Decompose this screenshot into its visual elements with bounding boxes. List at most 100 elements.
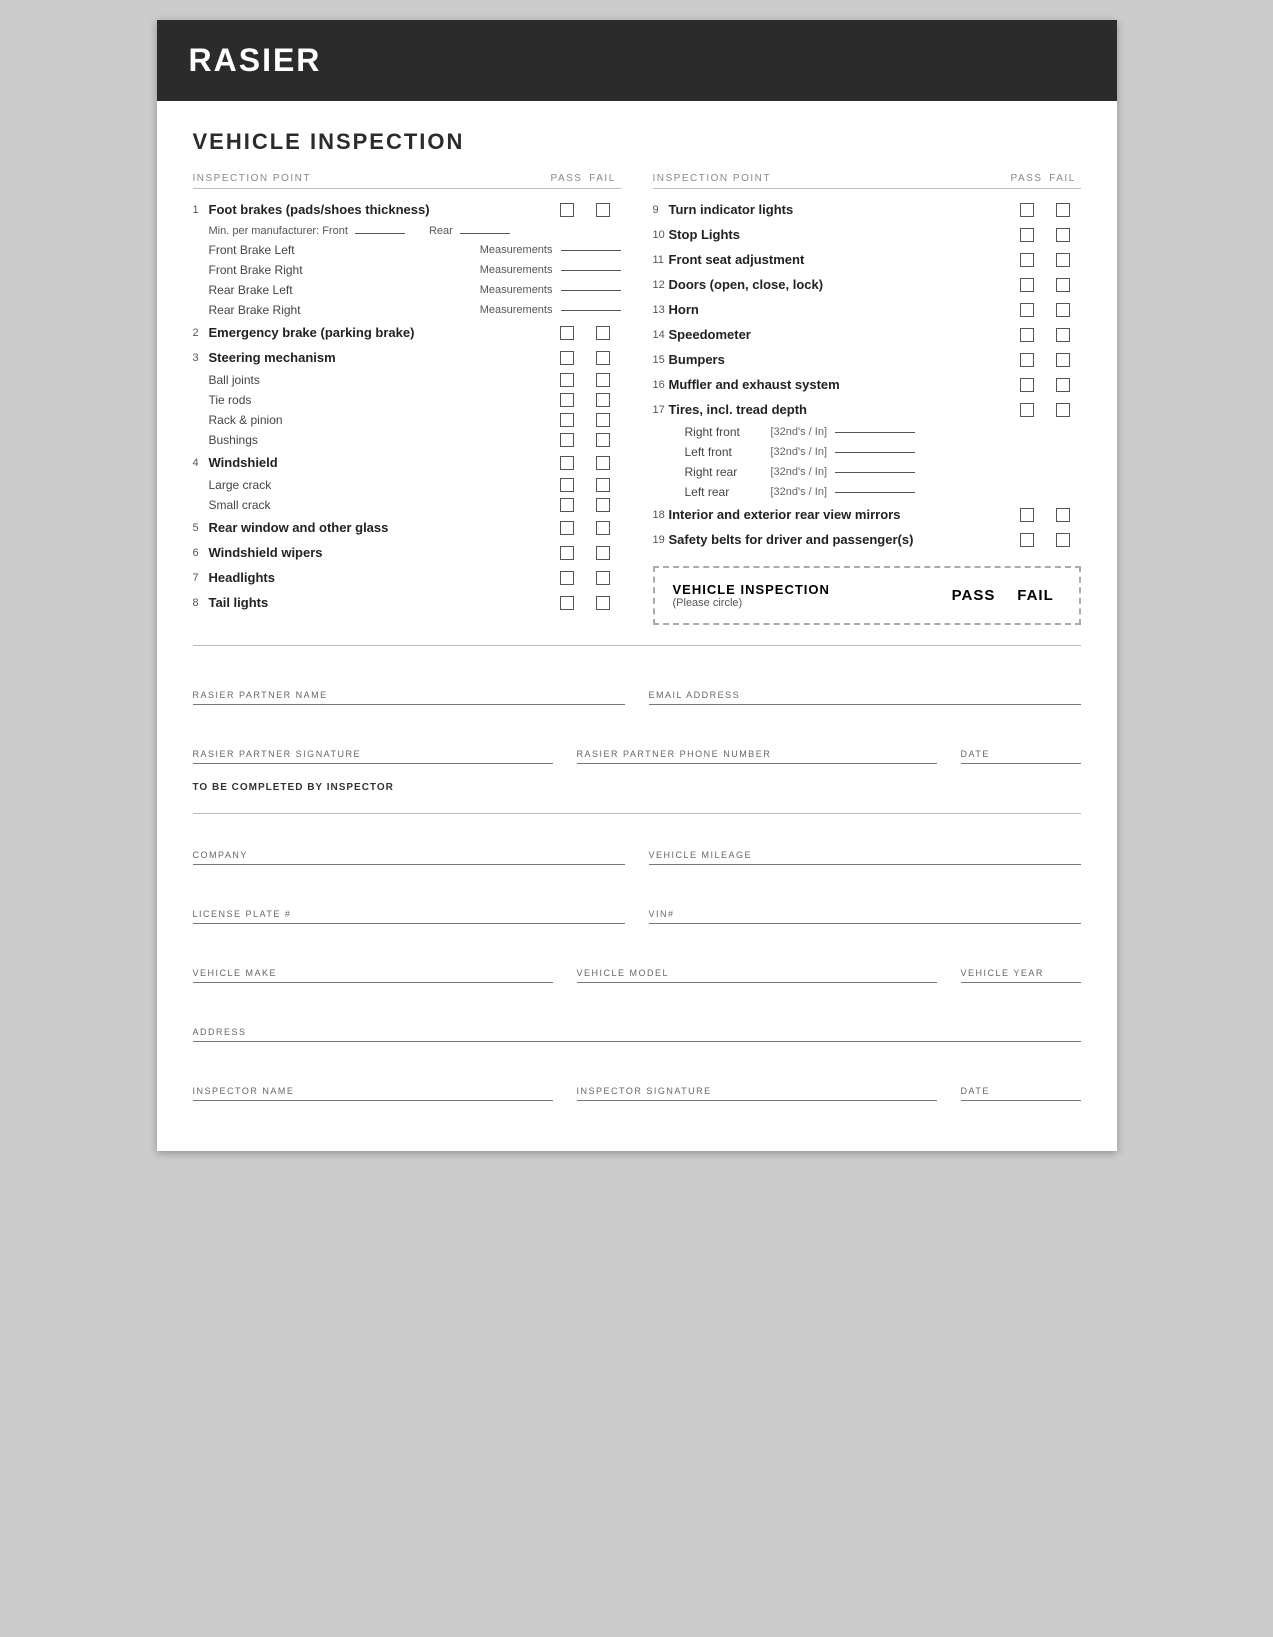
item-14-pass-checkbox[interactable] bbox=[1020, 328, 1034, 342]
item-4-fail-checkbox[interactable] bbox=[596, 456, 610, 470]
item-4-small-fail[interactable] bbox=[596, 498, 610, 512]
item-6-fail-checkbox[interactable] bbox=[596, 546, 610, 560]
form-section: RASIER PARTNER NAME EMAIL ADDRESS RASIER… bbox=[193, 664, 1081, 1101]
item-16-pass-checkbox[interactable] bbox=[1020, 378, 1034, 392]
phone-value[interactable] bbox=[577, 723, 937, 741]
email-value[interactable] bbox=[649, 664, 1081, 682]
form-row-5: VEHICLE MAKE VEHICLE MODEL VEHICLE YEAR bbox=[193, 942, 1081, 983]
item-2-fail-checkbox[interactable] bbox=[596, 326, 610, 340]
item-13-fail-checkbox[interactable] bbox=[1056, 303, 1070, 317]
item-12-pass-checkbox[interactable] bbox=[1020, 278, 1034, 292]
model-value[interactable] bbox=[577, 942, 937, 960]
item-4-large-fail[interactable] bbox=[596, 478, 610, 492]
inspector-date-value[interactable] bbox=[961, 1060, 1081, 1078]
vin-label: VIN# bbox=[649, 909, 1081, 919]
partner-name-label: RASIER PARTNER NAME bbox=[193, 690, 625, 700]
item-3-num: 3 bbox=[193, 352, 209, 364]
item-15-fail-checkbox[interactable] bbox=[1056, 353, 1070, 367]
item-7-row: 7 Headlights bbox=[193, 565, 621, 590]
right-pass-label: PASS bbox=[1009, 173, 1045, 184]
item-17-fail-checkbox[interactable] bbox=[1056, 403, 1070, 417]
item-10-pass-checkbox[interactable] bbox=[1020, 228, 1034, 242]
item-14-label: Speedometer bbox=[669, 327, 1009, 342]
item-18-row: 18 Interior and exterior rear view mirro… bbox=[653, 502, 1081, 527]
item-4-large-crack: Large crack bbox=[193, 475, 621, 495]
item-11-label: Front seat adjustment bbox=[669, 252, 1009, 267]
inspector-name-label: INSPECTOR NAME bbox=[193, 1086, 553, 1096]
item-10-fail-checkbox[interactable] bbox=[1056, 228, 1070, 242]
form-row-4: LICENSE PLATE # VIN# bbox=[193, 883, 1081, 924]
item-5-fail-checkbox[interactable] bbox=[596, 521, 610, 535]
form-title: VEHICLE INSPECTION bbox=[193, 129, 1081, 155]
item-4-large-pass[interactable] bbox=[560, 478, 574, 492]
item-2-pass-checkbox[interactable] bbox=[560, 326, 574, 340]
item-6-pass-checkbox[interactable] bbox=[560, 546, 574, 560]
item-18-fail-checkbox[interactable] bbox=[1056, 508, 1070, 522]
item-3-ball-fail[interactable] bbox=[596, 373, 610, 387]
item-2-row: 2 Emergency brake (parking brake) bbox=[193, 320, 621, 345]
item-9-fail-checkbox[interactable] bbox=[1056, 203, 1070, 217]
item-7-fail-checkbox[interactable] bbox=[596, 571, 610, 585]
make-value[interactable] bbox=[193, 942, 553, 960]
item-18-pass-checkbox[interactable] bbox=[1020, 508, 1034, 522]
item-14-fail-checkbox[interactable] bbox=[1056, 328, 1070, 342]
mileage-field: VEHICLE MILEAGE bbox=[649, 824, 1081, 865]
item-2-num: 2 bbox=[193, 327, 209, 339]
item-12-fail-checkbox[interactable] bbox=[1056, 278, 1070, 292]
item-1-fail-checkbox[interactable] bbox=[596, 203, 610, 217]
date-value-1[interactable] bbox=[961, 723, 1081, 741]
item-7-pass-checkbox[interactable] bbox=[560, 571, 574, 585]
item-3-tierods-fail[interactable] bbox=[596, 393, 610, 407]
item-4: 4 Windshield Large crack Small crack bbox=[193, 450, 621, 515]
item-7-num: 7 bbox=[193, 572, 209, 584]
item-8-pass-checkbox[interactable] bbox=[560, 596, 574, 610]
company-value[interactable] bbox=[193, 824, 625, 842]
item-3-pass-checkbox[interactable] bbox=[560, 351, 574, 365]
item-8-num: 8 bbox=[193, 597, 209, 609]
inspector-sig-value[interactable] bbox=[577, 1060, 937, 1078]
item-3-rack-fail[interactable] bbox=[596, 413, 610, 427]
item-3-fail-checkbox[interactable] bbox=[596, 351, 610, 365]
item-13-pass-checkbox[interactable] bbox=[1020, 303, 1034, 317]
item-3-rack-pass[interactable] bbox=[560, 413, 574, 427]
inspector-sig-field: INSPECTOR SIGNATURE bbox=[577, 1060, 937, 1101]
item-19-fail-checkbox[interactable] bbox=[1056, 533, 1070, 547]
vin-field: VIN# bbox=[649, 883, 1081, 924]
item-3-tierods-pass[interactable] bbox=[560, 393, 574, 407]
item-1-rear-brake-left: Rear Brake Left Measurements bbox=[193, 280, 621, 300]
item-4-pass-checkbox[interactable] bbox=[560, 456, 574, 470]
item-3-ball-pass[interactable] bbox=[560, 373, 574, 387]
address-value[interactable] bbox=[193, 1001, 1081, 1019]
vin-value[interactable] bbox=[649, 883, 1081, 901]
year-value[interactable] bbox=[961, 942, 1081, 960]
item-3-bushings: Bushings bbox=[193, 430, 621, 450]
item-11-pass-checkbox[interactable] bbox=[1020, 253, 1034, 267]
item-17-num: 17 bbox=[653, 404, 669, 416]
item-17-label: Tires, incl. tread depth bbox=[669, 402, 1009, 417]
company-logo: RASIER bbox=[189, 42, 1085, 79]
item-19-pass-checkbox[interactable] bbox=[1020, 533, 1034, 547]
summary-row: VEHICLE INSPECTION (Please circle) PASS … bbox=[673, 582, 1061, 609]
item-17-pass-checkbox[interactable] bbox=[1020, 403, 1034, 417]
item-9-pass-checkbox[interactable] bbox=[1020, 203, 1034, 217]
partner-name-value[interactable] bbox=[193, 664, 625, 682]
item-8-fail-checkbox[interactable] bbox=[596, 596, 610, 610]
inspector-name-value[interactable] bbox=[193, 1060, 553, 1078]
item-5-pass-checkbox[interactable] bbox=[560, 521, 574, 535]
license-value[interactable] bbox=[193, 883, 625, 901]
item-1-pass-checkbox[interactable] bbox=[560, 203, 574, 217]
year-label: VEHICLE YEAR bbox=[961, 968, 1081, 978]
item-18-num: 18 bbox=[653, 509, 669, 521]
item-11-fail-checkbox[interactable] bbox=[1056, 253, 1070, 267]
item-15-pass-checkbox[interactable] bbox=[1020, 353, 1034, 367]
item-8-label: Tail lights bbox=[209, 595, 549, 610]
item-16-fail-checkbox[interactable] bbox=[1056, 378, 1070, 392]
item-7-label: Headlights bbox=[209, 570, 549, 585]
item-4-small-pass[interactable] bbox=[560, 498, 574, 512]
mileage-value[interactable] bbox=[649, 824, 1081, 842]
item-3-bushings-fail[interactable] bbox=[596, 433, 610, 447]
item-3-bushings-pass[interactable] bbox=[560, 433, 574, 447]
summary-fail-label: FAIL bbox=[1011, 587, 1061, 604]
inspector-date-field: DATE bbox=[961, 1060, 1081, 1101]
signature-value[interactable] bbox=[193, 723, 553, 741]
